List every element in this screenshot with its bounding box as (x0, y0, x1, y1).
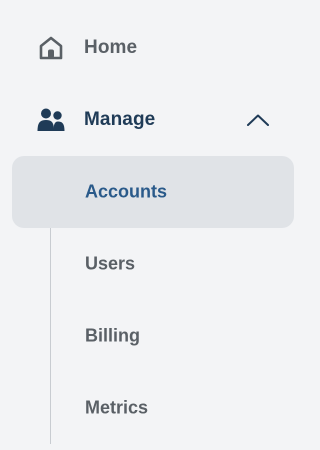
nav-item-manage-label: Manage (84, 109, 156, 130)
home-icon (36, 33, 66, 63)
submenu-item-label: Accounts (85, 181, 168, 202)
chevron-up-icon[interactable] (244, 110, 272, 130)
nav-item-home[interactable]: Home (0, 24, 306, 72)
submenu-item-metrics[interactable]: Metrics (12, 372, 294, 444)
users-icon (36, 105, 66, 135)
nav-item-home-label: Home (84, 37, 138, 58)
manage-submenu: Accounts Users Billing Metrics (0, 152, 306, 450)
submenu-item-accounts[interactable]: Accounts (12, 156, 294, 228)
submenu-item-users[interactable]: Users (12, 228, 294, 300)
submenu-item-label: Users (85, 253, 136, 274)
submenu-item-label: Metrics (85, 397, 149, 418)
submenu-item-billing[interactable]: Billing (12, 300, 294, 372)
nav-item-manage[interactable]: Manage (0, 96, 306, 144)
sidebar-nav: Home Manage Accounts Users Billing Metri… (0, 0, 306, 450)
submenu-item-label: Billing (85, 325, 140, 346)
